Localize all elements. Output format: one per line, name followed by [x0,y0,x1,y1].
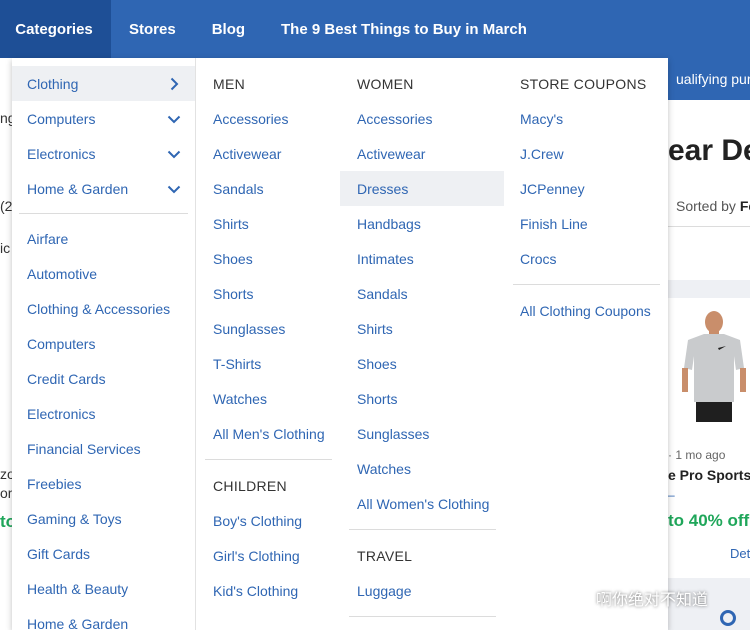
left-fragment: to [0,512,12,531]
children-link[interactable]: Kid's Clothing [196,573,340,608]
men-link[interactable]: Sandals [196,171,340,206]
women-column: WOMEN Accessories Activewear Dresses Han… [340,66,504,625]
divider [349,529,496,530]
category-list: Clothing Computers Electronics Home & Ga… [12,66,195,630]
category-home-garden-link[interactable]: Home & Garden [12,606,195,630]
top-navigation: Categories Stores Blog The 9 Best Things… [0,0,750,58]
deal-discount: to 40% off [668,511,750,530]
women-link[interactable]: Activewear [340,136,504,171]
gear-icon[interactable] [720,610,736,626]
nav-stores[interactable]: Stores [111,0,194,58]
store-coupons-column: STORE COUPONS Macy's J.Crew JCPenney Fin… [504,66,668,328]
results-header-card [668,100,750,280]
store-coupon-link[interactable]: Finish Line [504,206,668,241]
women-link[interactable]: Intimates [340,241,504,276]
nav-best-things[interactable]: The 9 Best Things to Buy in March [263,0,545,58]
category-computers[interactable]: Computers [12,101,195,136]
product-image[interactable] [674,306,748,424]
left-fragment: (2 [0,198,12,214]
women-link[interactable]: All Women's Clothing [340,486,504,521]
chevron-down-icon [167,112,181,126]
store-coupon-link[interactable]: J.Crew [504,136,668,171]
category-gaming-toys[interactable]: Gaming & Toys [12,501,195,536]
men-link[interactable]: T-Shirts [196,346,340,381]
category-clothing[interactable]: Clothing [12,66,195,101]
category-electronics[interactable]: Electronics [12,136,195,171]
children-link[interactable]: Boy's Clothing [196,503,340,538]
women-link[interactable]: Sandals [340,276,504,311]
watermark-text: 啊你绝对不知道 [596,592,709,609]
categories-dropdown: Clothing Computers Electronics Home & Ga… [12,58,668,630]
men-link[interactable]: Shirts [196,206,340,241]
category-clothing-accessories[interactable]: Clothing & Accessories [12,291,195,326]
divider [205,459,332,460]
left-fragment: ng [0,110,12,126]
deal-age: · 1 mo ago [668,448,726,462]
category-airfare[interactable]: Airfare [12,221,195,256]
nav-categories[interactable]: Categories [0,0,111,58]
category-label: Clothing [27,75,79,92]
men-column: MEN Accessories Activewear Sandals Shirt… [196,66,340,608]
store-coupon-link[interactable]: JCPenney [504,171,668,206]
divider [349,616,496,617]
left-fragment: zo [0,466,12,482]
store-coupon-link[interactable]: Crocs [504,241,668,276]
men-link[interactable]: Watches [196,381,340,416]
category-home-garden[interactable]: Home & Garden [12,171,195,206]
category-gift-cards[interactable]: Gift Cards [12,536,195,571]
men-link[interactable]: All Men's Clothing [196,416,340,451]
men-link[interactable]: Shoes [196,241,340,276]
store-coupons-heading: STORE COUPONS [520,75,647,92]
watermark: 啊你绝对不知道 [566,586,708,610]
women-link[interactable]: Shirts [340,311,504,346]
all-clothing-coupons-link[interactable]: All Clothing Coupons [504,293,668,328]
men-link[interactable]: Activewear [196,136,340,171]
chevron-down-icon [167,182,181,196]
women-link[interactable]: Shorts [340,381,504,416]
chevron-down-icon [167,147,181,161]
nav-blog[interactable]: Blog [194,0,263,58]
store-coupon-link[interactable]: Macy's [504,101,668,136]
details-link[interactable]: Det [730,546,750,561]
category-label: Computers [27,110,96,127]
deal-title[interactable]: e Pro Sportsw [668,467,750,483]
divider [513,284,660,285]
children-heading: CHILDREN [213,477,287,494]
divider [668,226,750,227]
category-electronics-link[interactable]: Electronics [12,396,195,431]
left-page-edge: ng (2 ic zo om to [0,58,12,630]
divider [19,213,188,214]
men-link[interactable]: Sunglasses [196,311,340,346]
category-computers-link[interactable]: Computers [12,326,195,361]
travel-heading: TRAVEL [357,547,413,564]
women-link[interactable]: Shoes [340,346,504,381]
women-link[interactable]: Handbags [340,206,504,241]
left-fragment: ic [0,240,11,256]
category-automotive[interactable]: Automotive [12,256,195,291]
category-credit-cards[interactable]: Credit Cards [12,361,195,396]
men-heading: MEN [213,75,246,92]
travel-link[interactable]: Luggage [340,573,504,608]
wechat-icon [566,588,590,607]
left-fragment: om [0,485,12,501]
chevron-right-icon [167,77,181,91]
men-link[interactable]: Accessories [196,101,340,136]
category-label: Home & Garden [27,180,129,197]
category-freebies[interactable]: Freebies [12,466,195,501]
category-health-beauty[interactable]: Health & Beauty [12,571,195,606]
promo-banner[interactable]: ualifying purc [668,58,750,100]
women-link[interactable]: Accessories [340,101,504,136]
women-heading: WOMEN [357,75,414,92]
women-link[interactable]: Sunglasses [340,416,504,451]
women-link-dresses[interactable]: Dresses [340,171,504,206]
results-title: ear De [668,134,750,167]
women-link[interactable]: Watches [340,451,504,486]
category-financial-services[interactable]: Financial Services [12,431,195,466]
children-link[interactable]: Girl's Clothing [196,538,340,573]
deal-separator: – [668,488,675,502]
men-link[interactable]: Shorts [196,276,340,311]
sort-control[interactable]: Sorted by Fe [676,198,750,214]
category-label: Electronics [27,145,96,162]
